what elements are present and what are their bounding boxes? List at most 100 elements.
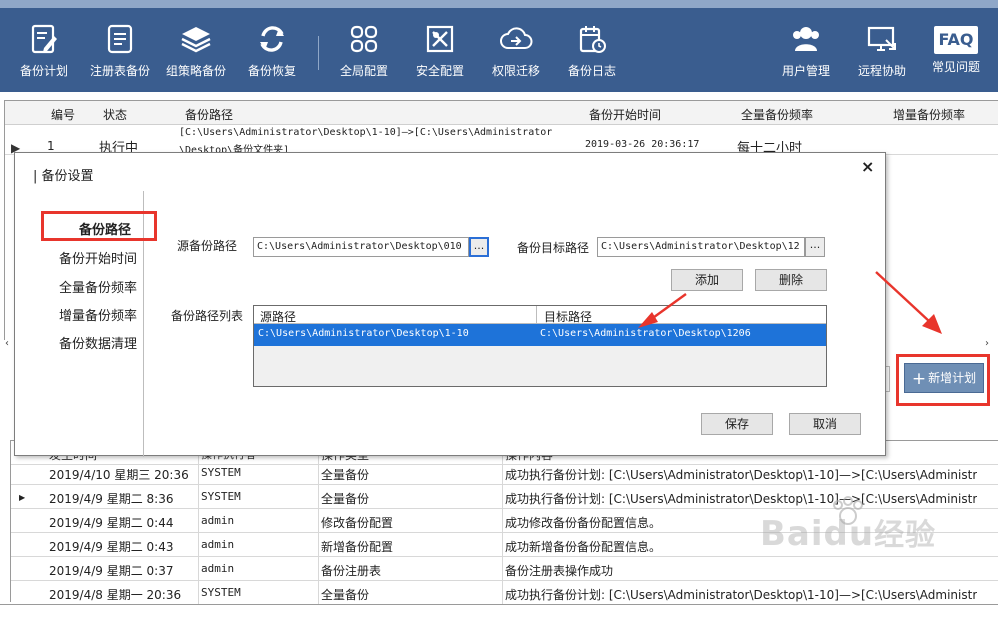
toolbar-label: 用户管理 [781, 64, 830, 78]
log-content: 成功执行备份计划: [C:\Users\Administrator\Deskto… [505, 468, 977, 482]
backup-settings-dialog: | 备份设置 × 备份路径 备份开始时间 全量备份频率 增量备份频率 备份数据清… [14, 152, 886, 457]
security-tools-icon [426, 25, 454, 53]
toolbar-label: 组策略备份 [165, 64, 226, 78]
log-time: 2019/4/9 星期二 0:44 [49, 509, 199, 533]
plus-icon: + [911, 369, 927, 389]
log-content: 成功执行备份计划: [C:\Users\Administrator\Deskto… [505, 588, 977, 602]
sidebar-item-incr-freq[interactable]: 增量备份频率 [59, 305, 137, 324]
plan-start-time: 2019-03-26 20:36:17 [585, 139, 700, 150]
log-user: SYSTEM [201, 485, 319, 509]
watermark-text-jingyan: 经验 [874, 518, 937, 553]
toolbar-backup-restore[interactable]: 备份恢复 [242, 18, 302, 90]
log-time: 2019/4/10 星期三 20:36 [49, 461, 199, 485]
col-header-start-time: 备份开始时间 [589, 108, 662, 122]
toolbar-label: 安全配置 [415, 64, 464, 78]
dialog-title: | 备份设置 [33, 169, 94, 184]
grid-config-icon [350, 25, 378, 53]
status-strip [0, 604, 998, 622]
remote-monitor-icon [867, 26, 896, 51]
browse-source-button[interactable]: ... [469, 237, 489, 257]
col-header-incr-freq: 增量备份频率 [893, 108, 966, 122]
sidebar-item-full-freq[interactable]: 全量备份频率 [59, 277, 137, 296]
toolbar-registry-backup[interactable]: 注册表备份 [86, 18, 154, 90]
paw-logo-icon [833, 496, 863, 525]
main-toolbar: 备份计划 注册表备份 组策略备份 备份恢复 全局配置 安全配置 权限迁移 备份日… [0, 0, 998, 92]
col-header-path: 备份路径 [185, 108, 234, 122]
log-time: 2019/4/9 星期二 8:36 [49, 485, 199, 509]
restore-refresh-icon [260, 26, 284, 52]
plan-table-header: 编号 状态 备份路径 备份开始时间 全量备份频率 增量备份频率 [5, 101, 998, 125]
toolbar-label: 备份恢复 [247, 64, 296, 78]
new-plan-label: 新增计划 [928, 371, 977, 385]
browse-target-button[interactable]: ... [805, 237, 825, 257]
log-time: 2019/4/9 星期二 0:43 [49, 533, 199, 557]
users-icon [793, 27, 819, 51]
cancel-button[interactable]: 取消 [789, 413, 861, 435]
log-user: SYSTEM [201, 461, 319, 485]
col-header-id: 编号 [51, 108, 76, 122]
log-user: admin [201, 509, 319, 533]
toolbar-global-config[interactable]: 全局配置 [336, 18, 392, 90]
backup-path-list: 源路径 目标路径 C:\Users\Administrator\Desktop\… [253, 305, 827, 387]
watermark-text: Bai [760, 514, 824, 554]
log-time: 2019/4/9 星期二 0:37 [49, 557, 199, 581]
list-target-path: C:\Users\Administrator\Desktop\1206 [540, 328, 751, 339]
toolbar-group-policy-backup[interactable]: 组策略备份 [162, 18, 230, 90]
log-content: 备份注册表操作成功 [505, 564, 614, 578]
delete-button[interactable]: 删除 [755, 269, 827, 291]
log-time: 2019/4/8 星期一 20:36 [49, 581, 199, 605]
toolbar-label: 全局配置 [339, 64, 388, 78]
table-row[interactable]: ▶ 1 执行中 [C:\Users\Administrator\Desktop\… [5, 125, 998, 156]
save-button[interactable]: 保存 [701, 413, 773, 435]
toolbar-separator [318, 36, 319, 70]
table-row[interactable]: 2019/4/8 星期一 20:36 SYSTEM 全量备份 成功执行备份计划:… [11, 581, 998, 605]
source-path-label: 源备份路径 [177, 239, 238, 253]
toolbar-user-management[interactable]: 用户管理 [776, 18, 836, 90]
toolbar-permission-migrate[interactable]: 权限迁移 [488, 18, 544, 90]
col-header-target: 目标路径 [544, 310, 593, 324]
baidu-jingyan-watermark: Baidu经验 [760, 496, 937, 554]
toolbar-label: 常见问题 [931, 60, 980, 74]
log-content: 成功执行备份计划: [C:\Users\Administrator\Deskto… [505, 492, 977, 506]
scroll-right-arrow-icon[interactable]: › [985, 338, 989, 349]
target-path-label: 备份目标路径 [517, 241, 590, 255]
sidebar-item-data-cleanup[interactable]: 备份数据清理 [59, 333, 137, 352]
path-list-header: 源路径 目标路径 [254, 306, 826, 324]
log-type: 全量备份 [321, 461, 503, 485]
sidebar-item-start-time[interactable]: 备份开始时间 [59, 248, 137, 267]
col-header-status: 状态 [103, 108, 128, 122]
row-pointer-icon: ▶ [19, 493, 26, 502]
log-type: 新增备份配置 [321, 533, 503, 557]
toolbar-label: 注册表备份 [89, 64, 150, 78]
sidebar-item-backup-path[interactable]: 备份路径 [79, 219, 131, 238]
log-type: 备份注册表 [321, 557, 503, 581]
new-plan-button[interactable]: + 新增计划 [904, 363, 984, 393]
toolbar-security-config[interactable]: 安全配置 [412, 18, 468, 90]
log-type: 全量备份 [321, 581, 503, 605]
path-list-label: 备份路径列表 [171, 309, 244, 323]
target-path-input[interactable]: C:\Users\Administrator\Desktop\12 [597, 237, 805, 257]
table-row[interactable]: 2019/4/9 星期二 0:37 admin 备份注册表 备份注册表操作成功 [11, 557, 998, 581]
log-type: 全量备份 [321, 485, 503, 509]
list-source-path: C:\Users\Administrator\Desktop\1-10 [258, 328, 469, 339]
toolbar-label: 权限迁移 [491, 64, 540, 78]
table-row[interactable]: 2019/4/10 星期三 20:36 SYSTEM 全量备份 成功执行备份计划… [11, 461, 998, 485]
cloud-migrate-icon [500, 27, 533, 49]
col-header-full-freq: 全量备份频率 [741, 108, 814, 122]
scroll-left-arrow-icon[interactable]: ‹ [5, 338, 9, 349]
toolbar-faq[interactable]: FAQ 常见问题 [926, 18, 986, 90]
close-icon[interactable]: × [861, 157, 874, 176]
add-button[interactable]: 添加 [671, 269, 743, 291]
list-item[interactable]: C:\Users\Administrator\Desktop\1-10 C:\U… [254, 324, 826, 346]
layers-icon [181, 27, 211, 53]
toolbar-backup-plan[interactable]: 备份计划 [14, 18, 74, 90]
toolbar-label: 远程协助 [857, 64, 906, 78]
source-path-input[interactable]: C:\Users\Administrator\Desktop\010 [253, 237, 469, 257]
plan-id: 1 [47, 139, 55, 153]
toolbar-label: 备份日志 [567, 64, 616, 78]
calendar-log-icon [579, 26, 606, 53]
toolbar-backup-log[interactable]: 备份日志 [564, 18, 620, 90]
toolbar-remote-assist[interactable]: 远程协助 [852, 18, 912, 90]
registry-doc-icon [107, 24, 133, 54]
log-type: 修改备份配置 [321, 509, 503, 533]
